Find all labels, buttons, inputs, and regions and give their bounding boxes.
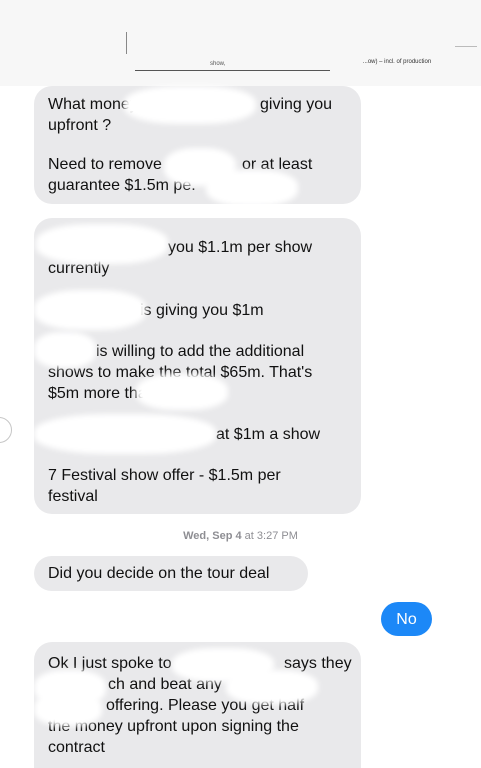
message-line: currently <box>48 260 110 277</box>
message-line: festival <box>48 488 98 505</box>
redaction-mark <box>40 296 140 324</box>
message-line: you $1.1m per show <box>168 239 313 256</box>
message-line: or at least <box>242 156 313 173</box>
message-line: giving you <box>260 96 333 113</box>
redaction-mark <box>130 92 250 118</box>
message-line: What money <box>48 96 138 113</box>
message-line: is willing to add the additional <box>96 343 305 360</box>
redaction-mark <box>42 230 162 258</box>
document-fragment-show: show, <box>210 61 226 67</box>
message-bubble-outgoing[interactable]: No <box>381 602 432 636</box>
message-line: Ok I just spoke to <box>48 655 172 672</box>
message-line: contract <box>48 739 105 756</box>
timestamp-day: Wed, Sep 4 <box>183 530 242 542</box>
document-divider <box>126 32 127 54</box>
message-line: Did you decide on the tour deal <box>48 565 270 582</box>
redaction-mark <box>142 380 222 404</box>
message-line: the money upfront upon signing the <box>48 718 299 735</box>
message-line: at $1m a show <box>216 426 321 443</box>
redaction-mark <box>178 654 268 676</box>
message-line: ch and beat any <box>108 676 222 693</box>
screen-edge-circle <box>0 417 12 443</box>
message-line: is giving you $1m <box>140 302 264 319</box>
redaction-mark <box>170 154 230 180</box>
message-line: 7 Festival show offer - $1.5m per <box>48 467 281 484</box>
message-line: offering. Please you get half <box>106 697 305 714</box>
conversation-timestamp: Wed, Sep 4 at 3:27 PM <box>0 530 481 542</box>
message-line: Need to remove <box>48 156 162 173</box>
message-bubble-incoming[interactable]: Did you decide on the tour deal <box>34 556 308 591</box>
message-line: No <box>396 611 417 628</box>
redaction-mark <box>212 176 292 200</box>
message-line: guarantee $1.5m pe. <box>48 177 196 194</box>
timestamp-time: at 3:27 PM <box>244 530 298 542</box>
redaction-mark <box>40 420 210 448</box>
document-fragment-production: ...ow) – incl. of production <box>362 59 432 65</box>
document-edge <box>455 46 477 47</box>
message-bubble-incoming[interactable]: you $1.1m per show currently is giving y… <box>34 218 361 514</box>
redaction-mark <box>40 338 90 362</box>
redaction-mark <box>40 698 96 720</box>
document-snippet: show, ...ow) – incl. of production <box>0 0 481 86</box>
redaction-mark <box>232 676 312 698</box>
redaction-mark <box>40 676 100 700</box>
message-line: upfront ? <box>48 117 112 134</box>
message-line: says they <box>284 655 352 672</box>
message-line: $5m more tha <box>48 385 147 402</box>
document-rule <box>135 70 330 71</box>
